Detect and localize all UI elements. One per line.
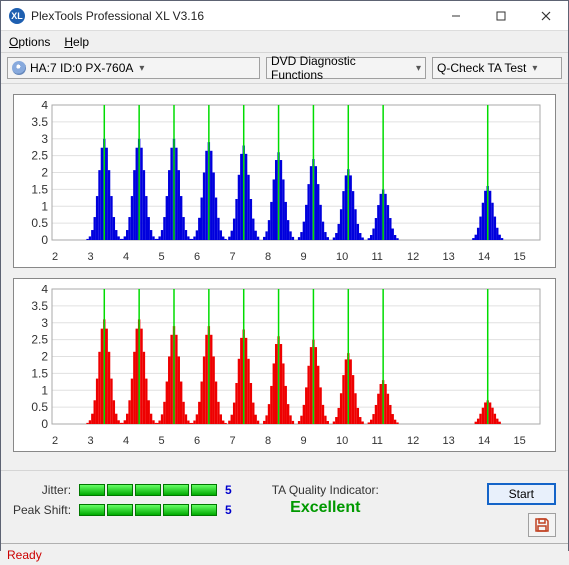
- statusbar: Ready: [1, 543, 568, 565]
- chart-area: 4 3.5 3 2.5 2 1.5 1 0.5 0 23456789101112131415 4…: [1, 84, 568, 470]
- chevron-down-icon: ▾: [139, 63, 144, 74]
- maximize-icon: [496, 11, 506, 21]
- svg-text:4: 4: [41, 285, 48, 296]
- status-text: Ready: [7, 548, 42, 562]
- app-icon: XL: [9, 8, 25, 24]
- save-button[interactable]: [528, 513, 556, 537]
- svg-text:0.5: 0.5: [31, 400, 48, 414]
- menu-help[interactable]: Help: [64, 35, 89, 49]
- ta-quality-value: Excellent: [272, 499, 379, 517]
- chart-top-xaxis: 23456789101112131415: [52, 251, 549, 263]
- device-combo[interactable]: HA:7 ID:0 PX-760A ▾: [7, 57, 260, 79]
- function-combo-text: DVD Diagnostic Functions: [271, 54, 410, 82]
- metrics-panel: Jitter: 5 Peak Shift: 5 TA Quality Indic…: [1, 470, 568, 543]
- close-icon: [541, 11, 551, 21]
- close-button[interactable]: [523, 1, 568, 30]
- svg-text:2.5: 2.5: [31, 149, 48, 163]
- test-combo-text: Q-Check TA Test: [437, 61, 526, 75]
- jitter-label: Jitter:: [13, 483, 71, 497]
- chevron-down-icon: ▾: [416, 63, 421, 74]
- svg-text:3: 3: [41, 316, 48, 330]
- test-combo[interactable]: Q-Check TA Test ▾: [432, 57, 562, 79]
- chart-bottom: 4 3.5 3 2.5 2 1.5 1 0.5 0: [20, 285, 548, 430]
- menu-options[interactable]: Options: [9, 35, 50, 49]
- svg-text:1.5: 1.5: [31, 366, 48, 380]
- chart-bottom-container: 4 3.5 3 2.5 2 1.5 1 0.5 0 23456789101112131415: [13, 278, 556, 452]
- titlebar: XL PlexTools Professional XL V3.16: [1, 1, 568, 31]
- minimize-icon: [451, 11, 461, 21]
- svg-text:3.5: 3.5: [31, 299, 48, 313]
- svg-text:1: 1: [41, 383, 48, 397]
- svg-text:2: 2: [41, 166, 48, 180]
- maximize-button[interactable]: [478, 1, 523, 30]
- device-combo-text: HA:7 ID:0 PX-760A: [30, 61, 133, 75]
- window-title: PlexTools Professional XL V3.16: [31, 9, 433, 23]
- svg-text:2: 2: [41, 350, 48, 364]
- toolbar: HA:7 ID:0 PX-760A ▾ DVD Diagnostic Funct…: [1, 53, 568, 84]
- svg-text:3.5: 3.5: [31, 115, 48, 129]
- disc-icon: [12, 61, 26, 75]
- svg-text:4: 4: [41, 101, 48, 112]
- svg-text:1.5: 1.5: [31, 182, 48, 196]
- peakshift-value: 5: [225, 503, 232, 517]
- ta-quality-label: TA Quality Indicator:: [272, 483, 379, 497]
- chart-top: 4 3.5 3 2.5 2 1.5 1 0.5 0: [20, 101, 548, 246]
- floppy-icon: [534, 517, 550, 533]
- chart-bottom-xaxis: 23456789101112131415: [52, 435, 549, 447]
- function-combo[interactable]: DVD Diagnostic Functions ▾: [266, 57, 426, 79]
- metrics-grid: Jitter: 5 Peak Shift: 5: [13, 483, 232, 517]
- start-button[interactable]: Start: [487, 483, 556, 505]
- svg-text:3: 3: [41, 132, 48, 146]
- chevron-down-icon: ▾: [532, 63, 537, 74]
- svg-text:1: 1: [41, 199, 48, 213]
- peakshift-bars: [79, 504, 217, 516]
- menubar: Options Help: [1, 31, 568, 53]
- jitter-value: 5: [225, 483, 232, 497]
- ta-quality: TA Quality Indicator: Excellent: [272, 483, 379, 517]
- chart-top-container: 4 3.5 3 2.5 2 1.5 1 0.5 0 23456789101112131415: [13, 94, 556, 268]
- minimize-button[interactable]: [433, 1, 478, 30]
- svg-text:2.5: 2.5: [31, 333, 48, 347]
- svg-text:0.5: 0.5: [31, 216, 48, 230]
- peakshift-label: Peak Shift:: [13, 503, 71, 517]
- svg-text:0: 0: [41, 233, 48, 246]
- svg-text:0: 0: [41, 417, 48, 430]
- jitter-bars: [79, 484, 217, 496]
